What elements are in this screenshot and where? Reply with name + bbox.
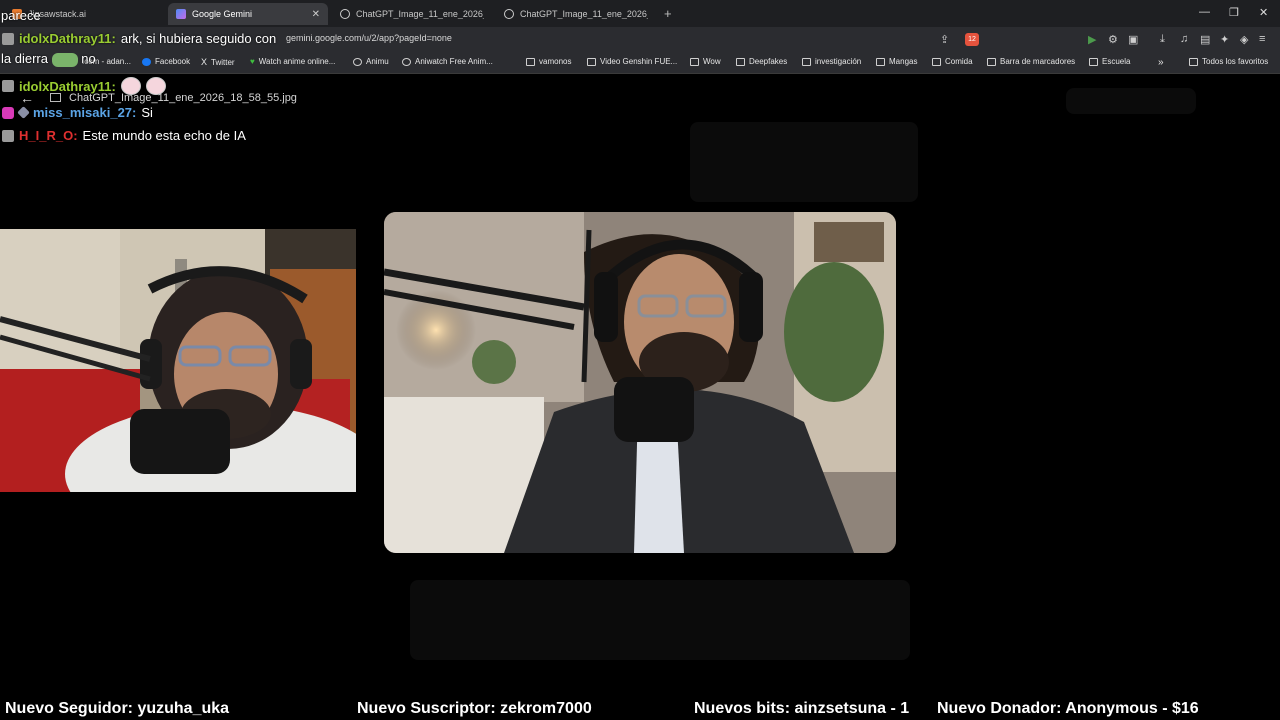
emote-icon [120, 77, 141, 95]
tab-title: ChatGPT_Image_11_ene_2026_18_58 [356, 9, 484, 19]
folder-icon [690, 57, 699, 66]
minimize-icon[interactable]: — [1199, 6, 1210, 18]
tab-title: ChatGPT_Image_11_ene_2026_18_58 [520, 9, 648, 19]
badge-icon [2, 80, 14, 92]
background-panel [1066, 88, 1196, 114]
heart-badge-icon [2, 106, 14, 119]
globe-icon [353, 57, 362, 66]
chat-fragment: la dierra no [1, 51, 96, 67]
chat-fragment: parece [1, 8, 41, 23]
chat-username: H_I_R_O: [19, 128, 78, 143]
subscriber-alert: Nuevo Suscriptor: zekrom7000 [357, 700, 592, 717]
folder-icon [802, 57, 811, 66]
sidebar-icon[interactable]: ▣ [1128, 33, 1138, 46]
gem-badge-icon [17, 106, 30, 119]
menu-icon[interactable]: ≡ [1259, 33, 1265, 45]
maximize-icon[interactable]: ❐ [1229, 6, 1239, 19]
chat-message: idolxDathray11: [2, 77, 166, 95]
bookmark-item[interactable]: investigación [802, 57, 861, 66]
folder-icon [932, 57, 941, 66]
tab-3[interactable]: ChatGPT_Image_11_ene_2026_18_58 [332, 3, 492, 25]
gemini-icon [176, 9, 186, 19]
bookmark-item[interactable]: Mangas [876, 57, 917, 66]
folder-icon [587, 57, 596, 66]
portrait-image [384, 212, 896, 553]
chat-message: idolxDathray11: ark, si hubiera seguido … [2, 31, 276, 46]
chat-message: H_I_R_O: Este mundo esta echo de IA [2, 128, 246, 143]
badge-icon [2, 129, 14, 142]
brave-shields-icon[interactable]: 12 [965, 33, 979, 46]
tab-4[interactable]: ChatGPT_Image_11_ene_2026_18_58 [496, 3, 656, 25]
webcam-image [0, 229, 356, 492]
tab-2[interactable]: Google Gemini ✕ [168, 3, 328, 25]
generated-portrait-image [384, 212, 896, 553]
heart-icon: ♥ [250, 57, 255, 66]
bits-alert: Nuevos bits: ainzsetsuna - 1 [694, 700, 910, 717]
bookmark-item[interactable]: ♥ Watch anime online... [250, 57, 335, 66]
chat-text: Este mundo esta echo de IA [82, 128, 246, 143]
extension-icon[interactable]: ▶ [1088, 33, 1096, 46]
facebook-icon [142, 57, 151, 66]
bookmarks-overflow-button[interactable]: » [1158, 57, 1164, 68]
new-tab-button[interactable]: + [664, 6, 672, 21]
tab-title: Google Gemini [192, 9, 253, 19]
folder-icon [526, 57, 535, 66]
badge-icon [2, 32, 14, 45]
folder-icon [876, 57, 885, 66]
webcam-feed [0, 229, 356, 492]
globe-icon [340, 9, 350, 19]
close-tab-icon[interactable]: ✕ [312, 9, 320, 20]
wallet-icon[interactable]: ▤ [1200, 33, 1210, 46]
chat-text: Si [141, 105, 153, 120]
globe-icon [504, 9, 514, 19]
chat-message: miss_misaki_27: Si [2, 105, 153, 120]
chat-username: idolxDathray11: [19, 78, 116, 94]
bookmark-item[interactable]: Wow [690, 57, 721, 66]
all-favorites-button[interactable]: Todos los favoritos [1189, 57, 1268, 66]
bookmark-item[interactable]: Escuela [1089, 57, 1130, 66]
follower-alert: Nuevo Seguidor: yuzuha_uka [5, 700, 230, 717]
globe-icon [402, 57, 411, 66]
share-icon[interactable]: ⇪ [940, 33, 949, 46]
bookmark-item[interactable]: Comida [932, 57, 973, 66]
vpn-icon[interactable]: ◈ [1240, 33, 1248, 46]
url-field[interactable]: gemini.google.com/u/2/app?pageId=none [286, 33, 452, 43]
emote-icon [145, 77, 166, 95]
chat-text: ark, si hubiera seguido con [120, 31, 277, 46]
bookmark-item[interactable]: Deepfakes [736, 57, 787, 66]
bookmarks-bar: .com - adan... Facebook X Twitter ♥ Watch … [0, 52, 1280, 74]
music-icon[interactable]: ♫ [1180, 33, 1188, 45]
folder-icon [1189, 57, 1198, 66]
bookmark-item[interactable]: Barra de marcadores [987, 57, 1075, 66]
folder-icon [1089, 57, 1098, 66]
folder-icon [736, 57, 745, 66]
bookmark-item[interactable]: Animu [353, 57, 389, 66]
x-icon: X [201, 57, 208, 67]
leo-ai-icon[interactable]: ✦ [1220, 33, 1229, 46]
bookmark-item[interactable]: Facebook [142, 57, 190, 66]
tab-bar: Jigsawstack.ai Google Gemini ✕ ChatGPT_I… [0, 0, 1280, 27]
close-window-icon[interactable]: ✕ [1259, 6, 1268, 19]
bookmark-item[interactable]: X Twitter [201, 57, 235, 67]
puzzle-icon[interactable]: ⚙ [1108, 33, 1118, 46]
bookmark-item[interactable]: Video Genshin FUE... [587, 57, 677, 66]
bookmark-item[interactable]: Aniwatch Free Anim... [402, 57, 493, 66]
background-panel [410, 580, 910, 660]
folder-icon [987, 57, 996, 66]
chat-username: miss_misaki_27: [33, 105, 137, 120]
download-icon[interactable]: ⤓ [1160, 33, 1165, 46]
chat-username: idolxDathray11: [19, 31, 116, 46]
emote-icon [51, 52, 78, 67]
background-panel [690, 122, 918, 202]
bookmark-item[interactable]: vamonos [526, 57, 571, 66]
donor-alert: Nuevo Donador: Anonymous - $16 [937, 700, 1199, 717]
